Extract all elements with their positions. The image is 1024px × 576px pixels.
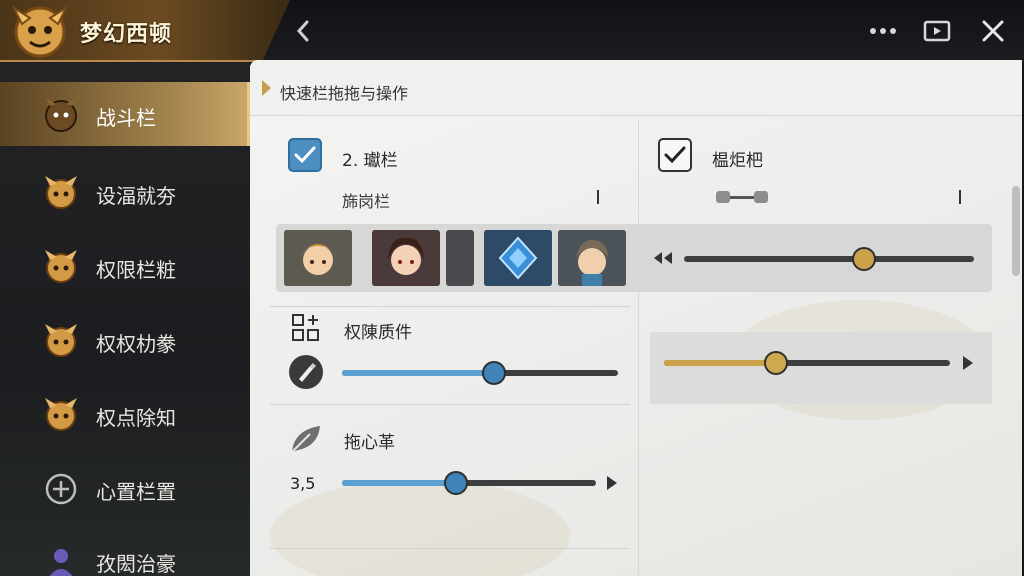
section-marker-icon xyxy=(262,80,271,96)
hero-slot-empty[interactable] xyxy=(446,230,474,286)
section1-slider-knob[interactable] xyxy=(481,361,506,385)
sidebar-item-controls[interactable]: 权权朸豢 xyxy=(0,308,250,372)
range-tick xyxy=(597,190,599,204)
ellipsis-icon xyxy=(870,28,896,34)
back-button[interactable] xyxy=(286,14,320,48)
panel-title: 快速栏拖拖与操作 xyxy=(280,84,409,103)
top-bar: 梦幻西顿 xyxy=(0,0,1024,62)
hero-slot-row xyxy=(276,224,992,292)
checkmark-icon xyxy=(664,146,686,164)
sidebar-item-label: 权限栏粧 xyxy=(96,258,176,282)
sidebar-item-label: 战斗栏 xyxy=(96,106,156,130)
section2-label: 拖心革 xyxy=(344,433,395,453)
hero-avatar-icon xyxy=(45,250,77,283)
sidebar-item-permissions[interactable]: 权限栏粧 xyxy=(0,234,250,298)
play-screen-icon xyxy=(923,20,951,42)
section1-label: 权陳质件 xyxy=(344,323,412,343)
game-logo-icon xyxy=(8,2,72,60)
hero-avatar-icon xyxy=(45,176,77,209)
rewind-icon xyxy=(654,252,672,264)
panel-scrollbar[interactable] xyxy=(1012,186,1020,276)
section2-slider-track[interactable] xyxy=(342,480,596,486)
sidebar-item-account[interactable]: 孜閎治豪 xyxy=(0,528,250,576)
section-divider xyxy=(270,306,630,307)
app-title: 梦幻西顿 xyxy=(80,22,173,47)
section1-slider-fill xyxy=(342,370,494,376)
range-tick xyxy=(959,190,961,204)
speed-slider-track[interactable] xyxy=(684,256,974,262)
hero-avatar-icon xyxy=(45,98,77,132)
hero-avatar-icon xyxy=(45,324,77,357)
sidebar-item-label: 孜閎治豪 xyxy=(96,552,176,576)
hero-avatar-icon xyxy=(45,398,77,431)
pen-tool-icon[interactable] xyxy=(288,354,324,390)
right-option-checkbox[interactable] xyxy=(658,138,692,172)
section-divider xyxy=(270,404,630,405)
right-slider-box xyxy=(650,332,992,404)
hero-portrait-icon xyxy=(284,230,352,286)
settings-panel: 快速栏拖拖与操作 2. 瓛栏 旆岗栏 榅炬杷 权陳质件 拖心革 3,5 xyxy=(250,60,1022,576)
screen-button[interactable] xyxy=(920,14,954,48)
right-slider-fill xyxy=(664,360,776,366)
play-arrow-icon[interactable] xyxy=(962,356,974,370)
sidebar-item-points[interactable]: 权点除知 xyxy=(0,382,250,446)
sidebar-item-label: 设湢就夯 xyxy=(96,184,176,208)
leaf-icon xyxy=(291,426,320,453)
grid-plus-icon xyxy=(292,314,319,341)
checkmark-icon xyxy=(294,146,316,164)
close-button[interactable] xyxy=(976,14,1010,48)
link-toggle-icon[interactable] xyxy=(714,188,770,206)
right-slider-track[interactable] xyxy=(664,360,950,366)
chevron-left-icon xyxy=(296,20,309,42)
sidebar-item-label: 权点除知 xyxy=(96,406,176,430)
sidebar-item-settings[interactable]: 设湢就夯 xyxy=(0,160,250,224)
panel-header: 快速栏拖拖与操作 xyxy=(250,60,1022,116)
plus-circle-icon xyxy=(45,473,77,505)
hero-slot-1[interactable] xyxy=(284,230,352,286)
background-decoration xyxy=(270,480,570,576)
section2-value: 3,5 xyxy=(290,474,316,493)
section1-slider-track[interactable] xyxy=(342,370,618,376)
more-button[interactable] xyxy=(866,14,900,48)
user-icon xyxy=(49,549,73,576)
quickbar-checkbox[interactable] xyxy=(288,138,322,172)
quickbar-label: 2. 瓛栏 xyxy=(342,151,398,171)
hero-slot-4[interactable] xyxy=(558,230,626,286)
section2-slider-fill xyxy=(342,480,457,486)
hero-slot-2[interactable] xyxy=(372,230,440,286)
hero-portrait-icon xyxy=(558,230,626,286)
sidebar-item-label: 心置栏置 xyxy=(96,480,176,504)
section-divider xyxy=(270,548,630,549)
sidebar-item-battle[interactable]: 战斗栏 xyxy=(0,82,250,146)
crystal-skill-icon xyxy=(484,230,552,286)
quickbar-sublabel: 旆岗栏 xyxy=(342,192,391,211)
hero-slot-3[interactable] xyxy=(484,230,552,286)
close-icon xyxy=(982,20,1004,42)
hero-portrait-icon xyxy=(372,230,440,286)
sidebar: 战斗栏 设湢就夯 权限栏粧 权权朸豢 权点除知 心置栏置 孜閎治豪 xyxy=(0,62,250,576)
sidebar-item-label: 权权朸豢 xyxy=(96,332,176,356)
sidebar-item-add[interactable]: 心置栏置 xyxy=(0,456,250,520)
column-divider xyxy=(638,120,639,576)
play-arrow-icon[interactable] xyxy=(606,476,618,490)
right-slider-knob[interactable] xyxy=(763,351,788,375)
right-option-label: 榅炬杷 xyxy=(712,151,763,171)
speed-slider-knob[interactable] xyxy=(851,247,876,271)
